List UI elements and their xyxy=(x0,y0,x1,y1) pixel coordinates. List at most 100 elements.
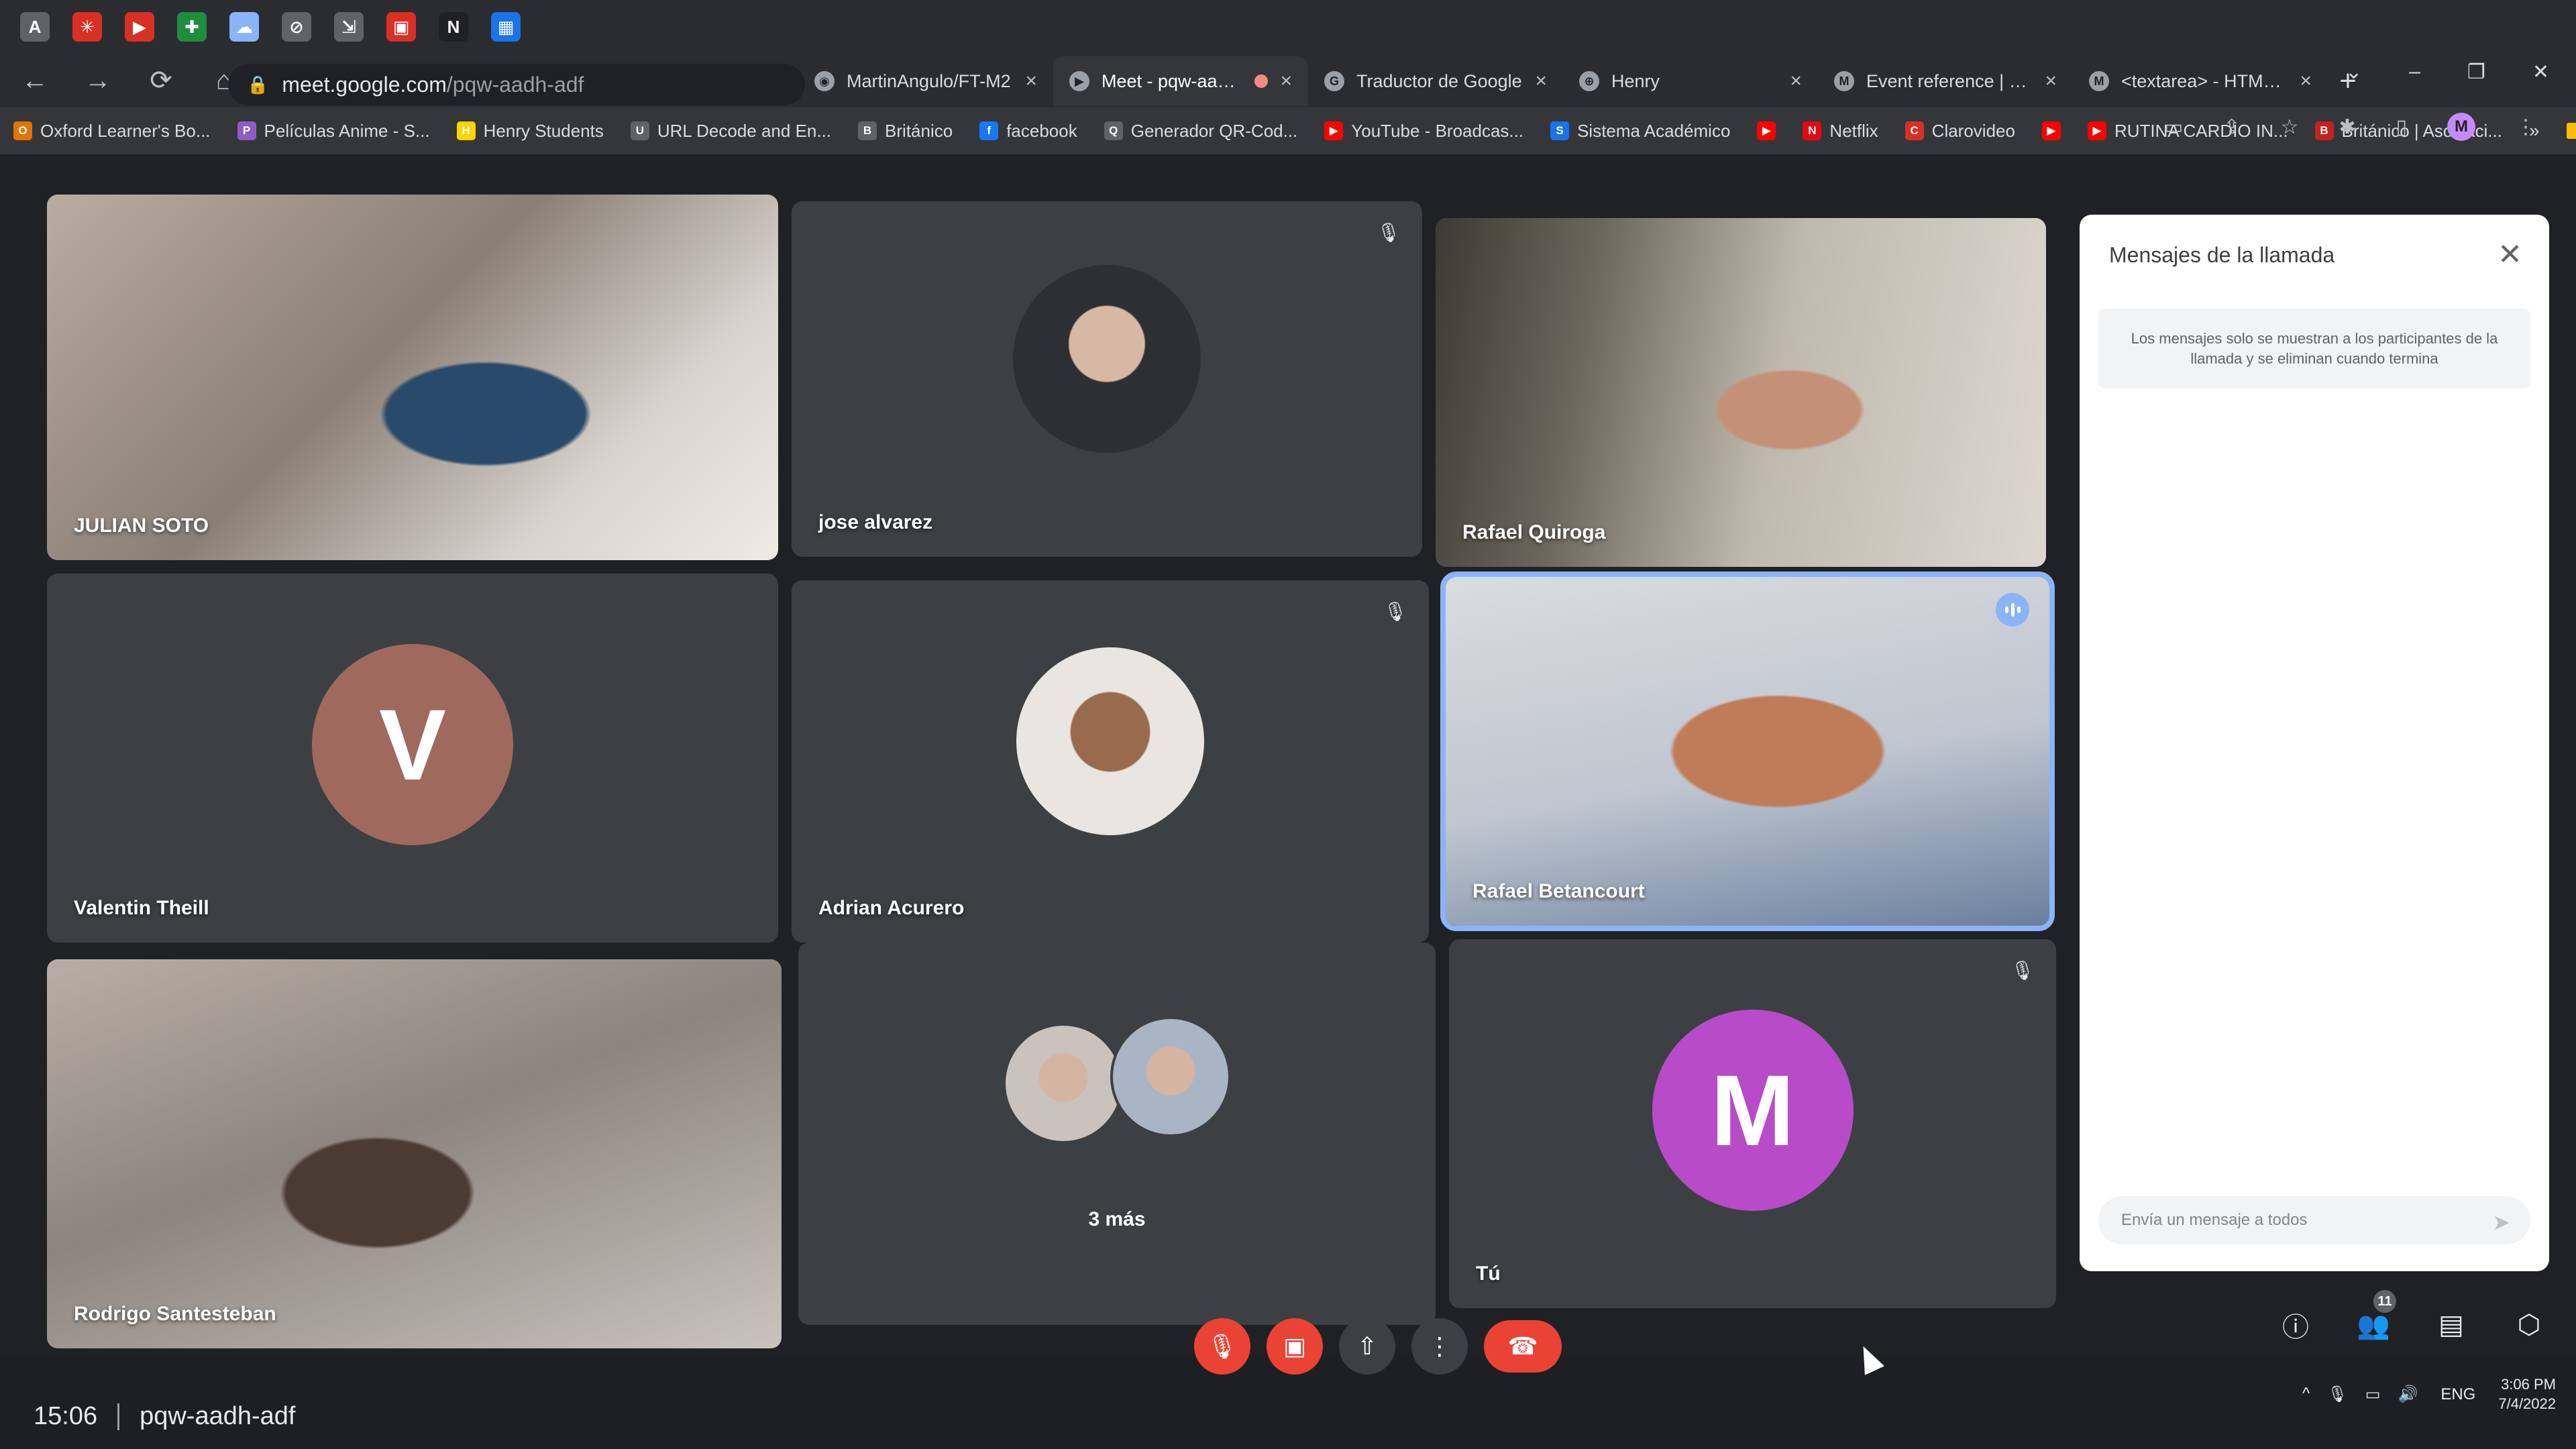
extension-icon[interactable]: ✳ xyxy=(72,12,102,42)
back-icon[interactable]: ← xyxy=(20,66,50,96)
bookmark-item[interactable]: ▶ xyxy=(2041,121,2061,140)
tab-favicon-icon: ▶ xyxy=(1069,71,1089,91)
participant-tile[interactable]: Rafael Quiroga xyxy=(1436,218,2046,567)
window-controls: ⌄ – ❐ ✕ xyxy=(2345,60,2549,84)
tab-favicon-icon: M xyxy=(1834,71,1854,91)
tab-close-icon[interactable]: × xyxy=(1790,70,1802,93)
chat-icon: ▤ xyxy=(2438,1310,2464,1340)
microphone-toggle-button[interactable]: 🎙 xyxy=(1194,1318,1250,1375)
extension-icon[interactable]: ▶ xyxy=(125,12,154,42)
tab-search-icon[interactable]: ⌄ xyxy=(2345,60,2362,84)
muted-mic-icon: 🎙 xyxy=(1377,221,1401,243)
extensions-icon[interactable]: ✱ xyxy=(2339,115,2355,139)
bookmark-item[interactable]: S Sistema Académico xyxy=(1550,121,1730,142)
bookmark-label: Películas Anime - S... xyxy=(264,120,430,141)
tab-1[interactable]: ▶ Meet - pqw-aadh- × xyxy=(1053,56,1308,106)
present-screen-button[interactable]: ⇧ xyxy=(1339,1318,1395,1375)
bookmark-item[interactable]: U URL Decode and En... xyxy=(630,121,831,142)
bookmark-item[interactable]: B Británico xyxy=(858,121,953,142)
participant-tile[interactable]: JULIAN SOTO xyxy=(47,195,778,560)
reload-icon[interactable]: ⟳ xyxy=(146,65,176,96)
leave-call-button[interactable]: ☎ xyxy=(1484,1320,1562,1373)
meeting-info-button[interactable]: ⓘ xyxy=(2275,1305,2316,1345)
tab-0[interactable]: ◉ MartinAngulo/FT-M2 × xyxy=(798,56,1053,106)
tab-title: Meet - pqw-aadh- xyxy=(1102,70,1243,91)
chat-button[interactable]: ▤ xyxy=(2431,1305,2471,1345)
participant-tile[interactable]: M Tú 🎙 xyxy=(1449,939,2056,1308)
participant-tile[interactable]: 3 más xyxy=(798,943,1436,1325)
participant-count-badge: 11 xyxy=(2373,1290,2396,1313)
bookmark-label: YouTube - Broadcas... xyxy=(1351,120,1524,141)
folder-icon xyxy=(2566,123,2576,139)
participant-tile[interactable]: Adrian Acurero 🎙 xyxy=(792,580,1429,943)
url-path: /pqw-aadh-adf xyxy=(446,72,584,97)
tab-close-icon[interactable]: × xyxy=(2300,70,2312,93)
microphone-icon[interactable]: 🎙 xyxy=(2327,1385,2347,1404)
extension-icon[interactable]: ⊘ xyxy=(282,12,311,42)
bookmark-item[interactable]: P Películas Anime - S... xyxy=(237,121,430,142)
info-icon: ⓘ xyxy=(2282,1313,2309,1342)
bookmark-item[interactable]: C Clarovideo xyxy=(1904,121,2015,142)
chat-title: Mensajes de la llamada xyxy=(2109,243,2335,267)
participant-tile[interactable]: Rafael Betancourt xyxy=(1440,572,2055,931)
participant-tile[interactable]: Rodrigo Santesteban xyxy=(47,959,782,1348)
tab-3[interactable]: ⊕ Henry × xyxy=(1563,56,1818,106)
tab-close-icon[interactable]: × xyxy=(2045,70,2057,93)
close-window-icon[interactable]: ✕ xyxy=(2532,60,2549,84)
hangup-icon: ☎ xyxy=(1507,1332,1538,1360)
minimize-icon[interactable]: – xyxy=(2409,60,2420,84)
meet-camera-icon[interactable]: ▭ xyxy=(2164,115,2183,139)
system-clock[interactable]: 3:06 PM 7/4/2022 xyxy=(2498,1375,2556,1413)
bookmark-star-icon[interactable]: ☆ xyxy=(2280,115,2298,139)
activities-button[interactable]: ⬡ xyxy=(2509,1305,2549,1345)
other-bookmarks-folder[interactable]: Otros marcadores xyxy=(2566,110,2576,152)
volume-icon[interactable]: 🔊 xyxy=(2398,1385,2418,1404)
extension-icon[interactable]: ▣ xyxy=(386,12,416,42)
chat-message-input[interactable]: Envía un mensaje a todos ➤ xyxy=(2098,1196,2530,1244)
bookmark-item[interactable]: N Netflix xyxy=(1803,121,1878,142)
tab-close-icon[interactable]: × xyxy=(1535,70,1547,93)
profile-avatar[interactable]: M xyxy=(2447,113,2475,141)
camera-off-icon: ▣ xyxy=(1283,1332,1306,1360)
network-icon[interactable]: ▭ xyxy=(2365,1385,2381,1404)
restore-icon[interactable]: ❐ xyxy=(2467,60,2485,84)
tab-5[interactable]: M <textarea> - HTML: Le × xyxy=(2073,56,2328,106)
forward-icon[interactable]: → xyxy=(83,66,113,96)
extension-icon[interactable]: A xyxy=(20,12,50,42)
tab-4[interactable]: M Event reference | MDN × xyxy=(1818,56,2073,106)
participant-tile[interactable]: V Valentin Theill xyxy=(47,574,778,943)
participant-tile[interactable]: jose alvarez 🎙 xyxy=(792,201,1422,557)
meeting-code: pqw-aadh-adf xyxy=(140,1402,296,1430)
extension-icon[interactable]: ▦ xyxy=(491,12,521,42)
browser-chrome: A ✳ ▶ ✚ ☁ ⊘ ⇲ ▣ N ▦ ← → ⟳ ⌂ 🔒 meet.google.com/pqw… xyxy=(0,0,2576,154)
extension-icon[interactable]: ⇲ xyxy=(334,12,364,42)
input-language[interactable]: ENG xyxy=(2440,1385,2475,1404)
tab-close-icon[interactable]: × xyxy=(1280,70,1292,93)
show-hidden-icon[interactable]: ^ xyxy=(2302,1385,2310,1404)
tab-2[interactable]: G Traductor de Google × xyxy=(1308,56,1563,106)
people-button[interactable]: 👥 11 xyxy=(2353,1290,2396,1345)
participant-name: jose alvarez xyxy=(818,511,933,533)
camera-toggle-button[interactable]: ▣ xyxy=(1267,1318,1323,1375)
more-options-button[interactable]: ⋮ xyxy=(1411,1318,1468,1375)
bookmark-favicon-icon: O xyxy=(13,121,32,140)
bookmark-item[interactable]: Q Generador QR-Cod... xyxy=(1104,121,1297,142)
bookmark-item[interactable]: O Oxford Learner's Bo... xyxy=(13,121,211,142)
share-icon[interactable]: ⇪ xyxy=(2223,115,2240,139)
send-icon[interactable]: ➤ xyxy=(2492,1210,2510,1235)
close-icon[interactable]: ✕ xyxy=(2498,237,2522,272)
tab-close-icon[interactable]: × xyxy=(1025,70,1037,93)
bookmark-item[interactable]: H Henry Students xyxy=(456,121,604,142)
side-panel-icon[interactable]: ▯ xyxy=(2396,115,2407,139)
bookmark-item[interactable]: f facebook xyxy=(979,121,1077,142)
call-controls: 🎙 ▣ ⇧ ⋮ ☎ xyxy=(1194,1318,1562,1375)
address-bar[interactable]: 🔒 meet.google.com/pqw-aadh-adf xyxy=(228,64,805,105)
divider xyxy=(117,1403,120,1430)
bookmark-item[interactable]: ▶ YouTube - Broadcas... xyxy=(1324,121,1523,142)
extension-icon[interactable]: ✚ xyxy=(177,12,207,42)
bookmark-item[interactable]: ▶ xyxy=(1757,121,1776,140)
pinned-extensions: A ✳ ▶ ✚ ☁ ⊘ ⇲ ▣ N ▦ xyxy=(0,0,805,54)
extension-icon[interactable]: ☁ xyxy=(229,12,259,42)
browser-menu-icon[interactable]: ⋮ xyxy=(2516,115,2536,139)
extension-icon[interactable]: N xyxy=(439,12,468,42)
